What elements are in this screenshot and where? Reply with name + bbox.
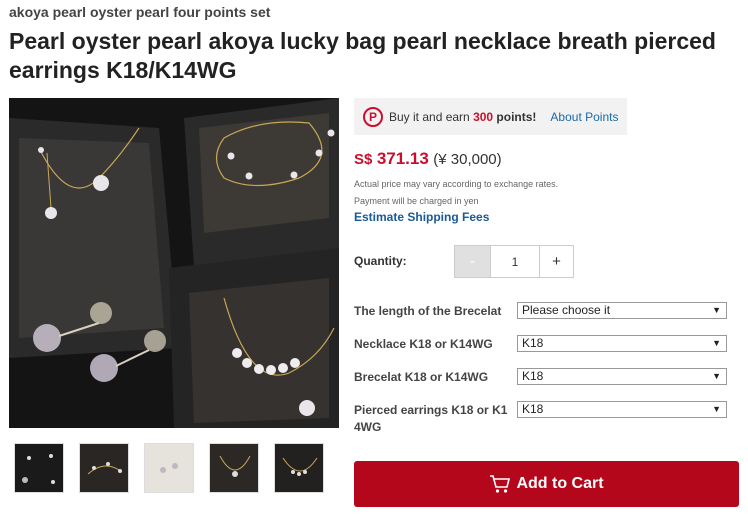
exchange-rate-note: Actual price may vary according to excha…	[354, 179, 559, 189]
product-subtitle: akoya pearl oyster pearl four points set	[9, 4, 271, 20]
price-amount: 371.13	[376, 149, 429, 168]
quantity-label: Quantity:	[354, 254, 407, 268]
thumbnail-5[interactable]	[274, 443, 324, 493]
option-select-necklace-metal[interactable]: K18 ▼	[517, 335, 727, 352]
points-amount: 300	[473, 109, 494, 124]
option-label-bracelet-length: The length of the Brecelat	[354, 304, 502, 318]
price-yen: (¥ 30,000)	[433, 151, 502, 168]
quantity-input[interactable]: 1	[490, 246, 540, 277]
quantity-minus-button[interactable]: -	[455, 246, 490, 277]
thumbnail-2[interactable]	[79, 443, 129, 493]
quantity-plus-button[interactable]: +	[540, 246, 573, 277]
cart-icon	[490, 475, 511, 493]
about-points-link[interactable]: About Points	[550, 110, 618, 124]
chevron-down-icon: ▼	[712, 305, 721, 315]
points-banner: P Buy it and earn 300 points! About Poin…	[354, 98, 627, 135]
option-select-bracelet-length[interactable]: Please choose it ▼	[517, 302, 727, 319]
chevron-down-icon: ▼	[712, 404, 721, 414]
main-product-image[interactable]	[9, 98, 339, 428]
points-p-icon: P	[363, 106, 383, 127]
product-title: Pearl oyster pearl akoya lucky bag pearl…	[9, 28, 716, 83]
option-select-bracelet-metal[interactable]: K18 ▼	[517, 368, 727, 385]
option-label-earrings-metal: Pierced earrings K18 or K14WG	[354, 403, 508, 434]
option-select-earrings-metal[interactable]: K18 ▼	[517, 401, 727, 418]
add-to-cart-label: Add to Cart	[516, 475, 604, 492]
thumbnail-strip	[14, 443, 324, 493]
price-block: S$ 371.13 (¥ 30,000)	[354, 149, 502, 169]
price-currency: S$	[354, 151, 373, 168]
option-label-necklace-metal: Necklace K18 or K14WG	[354, 337, 493, 351]
chevron-down-icon: ▼	[712, 371, 721, 381]
thumbnail-4[interactable]	[209, 443, 259, 493]
thumbnail-3[interactable]	[144, 443, 194, 493]
add-to-cart-button[interactable]: Add to Cart	[354, 461, 739, 507]
points-text: Buy it and earn 300 points!	[389, 109, 537, 124]
thumbnail-1[interactable]	[14, 443, 64, 493]
quantity-stepper: - 1 +	[454, 245, 574, 278]
option-label-bracelet-metal: Brecelat K18 or K14WG	[354, 370, 489, 384]
estimate-shipping-link[interactable]: Estimate Shipping Fees	[354, 210, 489, 224]
chevron-down-icon: ▼	[712, 338, 721, 348]
yen-payment-note: Payment will be charged in yen	[354, 196, 479, 206]
